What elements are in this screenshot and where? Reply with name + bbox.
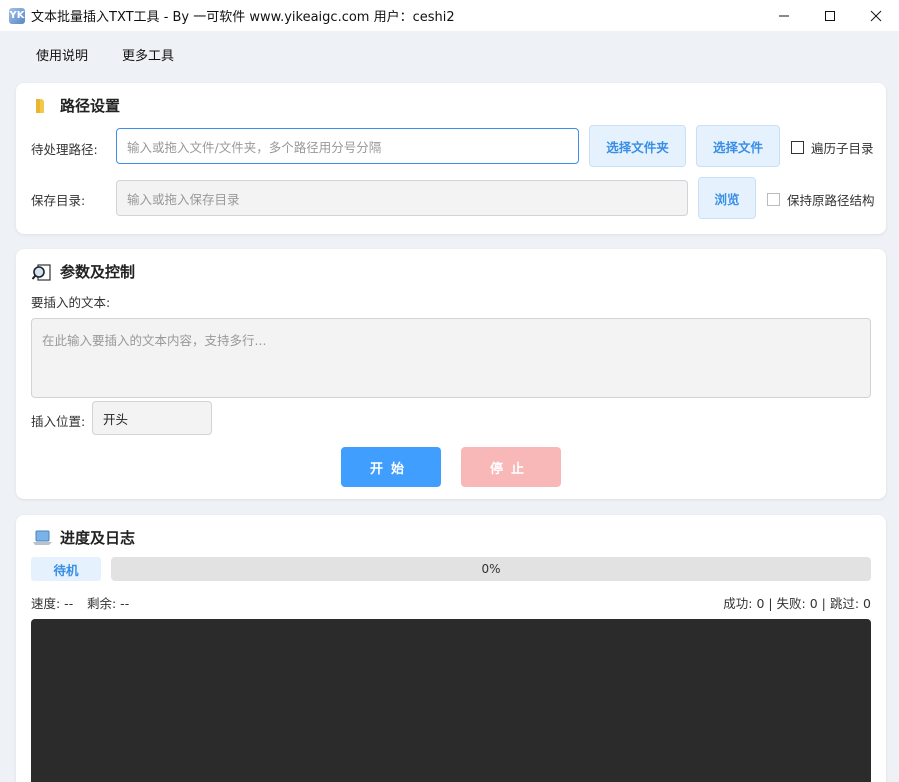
insert-position-select[interactable]: 开头 — [92, 401, 212, 435]
minimize-icon — [779, 15, 789, 16]
start-button[interactable]: 开始 — [341, 447, 441, 487]
params-card: 参数及控制 要插入的文本: 在此输入要插入的文本内容，支持多行... 插入位置:… — [16, 249, 886, 499]
minimize-button[interactable] — [761, 0, 807, 31]
progress-percent: 0% — [481, 562, 501, 576]
menu-bar: 使用说明 更多工具 — [0, 31, 899, 77]
progress-bar: 0% — [111, 557, 871, 581]
stats-text: 成功: 0 | 失败: 0 | 跳过: 0 — [723, 596, 871, 611]
input-path-label: 待处理路径: — [31, 142, 98, 157]
progress-card: 进度及日志 待机 0% 速度: -- 剩余: -- 成功: 0 | 失败: 0 … — [16, 515, 886, 782]
search-document-icon — [31, 263, 51, 281]
maximize-button[interactable] — [807, 0, 853, 31]
path-settings-title: 路径设置 — [32, 95, 120, 116]
input-path-field[interactable]: 输入或拖入文件/文件夹，多个路径用分号分隔 — [116, 128, 579, 164]
maximize-icon — [825, 10, 835, 21]
select-file-button[interactable]: 选择文件 — [696, 125, 780, 167]
close-icon — [870, 10, 882, 21]
browse-button[interactable]: 浏览 — [698, 177, 756, 219]
save-dir-label: 保存目录: — [31, 193, 86, 208]
keep-structure-checkbox[interactable]: 保持原路径结构 — [767, 190, 875, 209]
log-panel[interactable] — [31, 619, 871, 782]
status-badge: 待机 — [31, 557, 101, 581]
close-button[interactable] — [853, 0, 899, 31]
menu-item-usage[interactable]: 使用说明 — [36, 45, 88, 64]
menu-item-more-tools[interactable]: 更多工具 — [122, 45, 174, 64]
insert-text-area[interactable]: 在此输入要插入的文本内容，支持多行... — [31, 318, 871, 398]
app-logo-icon: YK — [9, 7, 25, 24]
insert-text-label: 要插入的文本: — [31, 295, 111, 310]
select-folder-button[interactable]: 选择文件夹 — [589, 125, 686, 167]
stop-button[interactable]: 停止 — [461, 447, 561, 487]
remaining-text: 剩余: -- — [87, 596, 130, 611]
checkbox-box[interactable] — [767, 193, 780, 206]
insert-position-label: 插入位置: — [31, 414, 86, 429]
params-title: 参数及控制 — [31, 261, 135, 282]
title-bar: YK 文本批量插入TXT工具 - By 一可软件 www.yikeaigc.co… — [0, 0, 899, 31]
speed-text: 速度: -- — [31, 596, 74, 611]
save-dir-field[interactable]: 输入或拖入保存目录 — [116, 180, 688, 216]
window-title: 文本批量插入TXT工具 - By 一可软件 www.yikeaigc.com 用… — [31, 10, 455, 25]
progress-title: 进度及日志 — [32, 527, 135, 548]
path-settings-card: 路径设置 待处理路径: 输入或拖入文件/文件夹，多个路径用分号分隔 选择文件夹 … — [16, 83, 886, 234]
checkbox-box[interactable] — [791, 141, 804, 154]
recurse-subdirs-checkbox[interactable]: 遍历子目录 — [791, 138, 874, 157]
laptop-icon — [32, 529, 52, 547]
window-controls — [761, 0, 899, 31]
folder-icon — [32, 97, 50, 115]
